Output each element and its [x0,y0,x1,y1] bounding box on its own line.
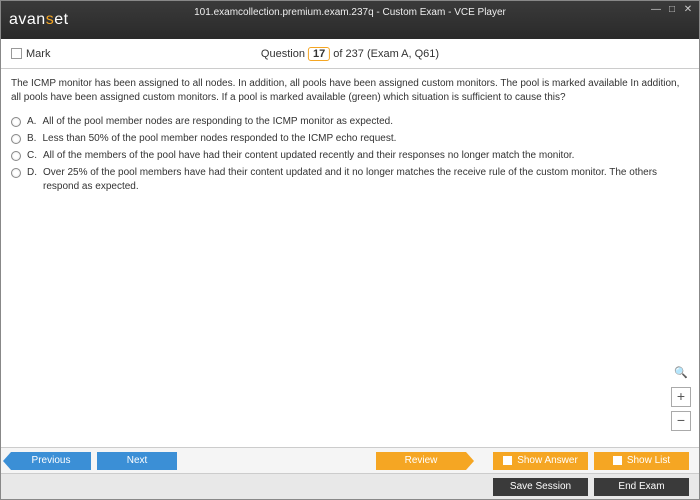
question-label: Question [261,48,305,60]
minimize-button[interactable]: — [649,3,663,15]
option-text: All of the members of the pool have had … [43,149,574,163]
radio-a[interactable] [11,117,21,127]
mark-wrap: Mark [11,48,50,60]
zoom-out-button[interactable]: − [671,411,691,431]
option-letter: C. [27,149,37,163]
option-text: Less than 50% of the pool member nodes r… [42,132,396,146]
nav-button-row: Previous Next Review Show Answer Show Li… [1,447,699,473]
close-button[interactable]: ✕ [681,3,695,15]
logo-text-2: s [46,11,55,28]
window-title: 101.examcollection.premium.exam.237q - C… [194,7,506,18]
answer-option: D. Over 25% of the pool members have had… [11,166,689,194]
radio-b[interactable] [11,134,21,144]
show-answer-checkbox[interactable] [503,456,512,465]
mark-label: Mark [26,48,50,60]
footer: Previous Next Review Show Answer Show Li… [1,447,699,499]
radio-d[interactable] [11,168,21,178]
maximize-button[interactable]: □ [665,3,679,15]
option-letter: B. [27,132,36,146]
titlebar: avanset 101.examcollection.premium.exam.… [1,1,699,39]
answer-option: A. All of the pool member nodes are resp… [11,115,689,129]
show-list-button[interactable]: Show List [594,452,689,470]
show-list-label: Show List [627,455,670,466]
show-list-checkbox[interactable] [613,456,622,465]
end-exam-button[interactable]: End Exam [594,478,689,496]
option-letter: A. [27,115,36,129]
next-button[interactable]: Next [97,452,177,470]
zoom-controls: 🔍 + − [671,366,691,431]
question-header: Mark Question 17 of 237 (Exam A, Q61) [1,39,699,69]
option-text: Over 25% of the pool members have had th… [43,166,689,194]
show-answer-label: Show Answer [517,455,578,466]
option-letter: D. [27,166,37,180]
option-text: All of the pool member nodes are respond… [42,115,393,129]
question-total: of 237 (Exam A, Q61) [330,48,439,60]
answer-option: B. Less than 50% of the pool member node… [11,132,689,146]
show-answer-button[interactable]: Show Answer [493,452,588,470]
app-logo: avanset [9,11,69,29]
magnify-icon[interactable]: 🔍 [674,366,688,381]
answers-list: A. All of the pool member nodes are resp… [11,115,689,194]
logo-text-1: avan [9,11,46,28]
question-counter: Question 17 of 237 (Exam A, Q61) [261,47,439,61]
window-controls: — □ ✕ [649,3,695,15]
save-session-button[interactable]: Save Session [493,478,588,496]
mark-checkbox[interactable] [11,48,22,59]
previous-button[interactable]: Previous [11,452,91,470]
session-button-row: Save Session End Exam [1,473,699,499]
answer-option: C. All of the members of the pool have h… [11,149,689,163]
review-button[interactable]: Review [376,452,466,470]
content-area: The ICMP monitor has been assigned to al… [1,69,699,439]
question-text: The ICMP monitor has been assigned to al… [11,77,689,105]
logo-text-3: et [54,11,68,28]
question-number: 17 [308,47,330,61]
zoom-in-button[interactable]: + [671,387,691,407]
radio-c[interactable] [11,151,21,161]
